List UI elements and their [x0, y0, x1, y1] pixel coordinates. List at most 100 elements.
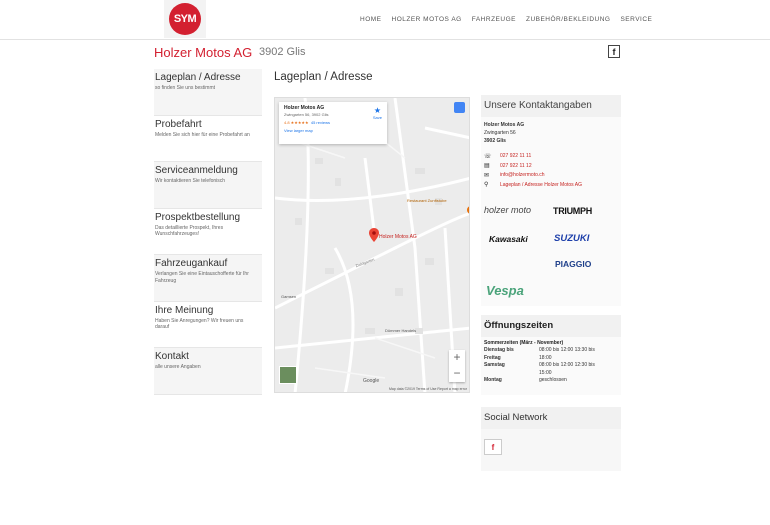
map-attribution[interactable]: Map data ©2019 Terms of Use Report a map… — [389, 387, 467, 391]
hours-time: 15:00 — [539, 369, 552, 376]
hours-day: Samstag — [484, 362, 505, 368]
rating-stars: 4.8 ★★★★★ — [284, 120, 309, 125]
map-place-label: Gamsen — [281, 294, 297, 299]
hours-row: Freitag 18:00 — [481, 355, 621, 363]
brand-holzer-moto[interactable]: holzer moto — [484, 205, 531, 215]
nav-service[interactable]: SERVICE — [620, 16, 652, 23]
facebook-icon[interactable]: f — [608, 45, 620, 58]
company-city: 3902 Glis — [259, 46, 306, 58]
contact-location-row: ⚲ Lageplan / Adresse Holzer Motos AG — [481, 180, 621, 190]
sidebar-item-kontakt[interactable]: Kontakt alle unsere Angaben — [154, 348, 262, 395]
contact-location-link[interactable]: Lageplan / Adresse Holzer Motos AG — [500, 182, 582, 188]
streetview-person-icon[interactable] — [454, 102, 465, 113]
opening-hours-panel: Öffnungszeiten Sommerzeiten (März - Nove… — [481, 315, 621, 395]
contact-heading: Unsere Kontaktangaben — [481, 95, 621, 117]
sidebar-item-probefahrt[interactable]: Probefahrt Melden Sie sich hier für eine… — [154, 115, 262, 162]
sidebar-item-title: Lageplan / Adresse — [155, 72, 241, 83]
sidebar-item-title: Kontakt — [155, 351, 189, 362]
map-card-address: Zwingarten 56, 3902 Glis — [284, 112, 329, 117]
brand-row: Holzer Motos AG 3902 Glis f — [154, 45, 620, 61]
map-poi-label: Restaurant Zunftstube — [407, 198, 447, 203]
fax-icon: ▤ — [484, 163, 490, 169]
sidebar-item-desc: Verlangen Sie eine Eintauschofferte für … — [155, 271, 249, 284]
reviews-link[interactable]: 45 reviews — [311, 120, 330, 125]
contact-company: Holzer Motos AG — [484, 122, 525, 128]
map-pin-label: Holzer Motos AG — [379, 234, 417, 240]
star-icon: ★ — [373, 106, 382, 115]
social-heading: Social Network — [481, 407, 621, 429]
hours-row: Samstag 08:00 bis 12:00 12:30 bis — [481, 362, 621, 370]
larger-map-link[interactable]: View larger map — [284, 128, 382, 133]
sidebar-item-title: Probefahrt — [155, 118, 202, 130]
hours-time: 08:00 bis 12:00 12:30 bis — [539, 362, 595, 368]
nav-home[interactable]: HOME — [360, 16, 382, 23]
save-button[interactable]: ★ Save — [372, 106, 382, 121]
brand-suzuki[interactable]: SUZUKI — [554, 233, 589, 244]
facebook-button[interactable]: f — [484, 439, 502, 455]
hours-day: Freitag — [484, 354, 501, 361]
sidebar-item-desc: Melden Sie sich hier für eine Probefahrt… — [155, 131, 250, 138]
nav-fahrzeuge[interactable]: FAHRZEUGE — [472, 16, 516, 23]
contact-email-row: ✉ info@holzermoto.ch — [481, 170, 621, 180]
zoom-out-button[interactable]: − — [449, 366, 465, 382]
zoom-in-button[interactable]: + — [449, 350, 465, 366]
contact-phone[interactable]: 027 922 11 11 — [500, 153, 531, 159]
top-navbar: SYM HOME HOLZER MOTOS AG FAHRZEUGE ZUBEH… — [0, 0, 770, 40]
hours-day: Montag — [484, 377, 502, 383]
contact-fax: 027 922 11 12 — [500, 162, 532, 169]
sidebar-item-prospektbestellung[interactable]: Prospektbestellung Das detaillierte Pros… — [154, 208, 262, 255]
brand-piaggio[interactable]: PIAGGIO — [555, 259, 591, 269]
company-name: Holzer Motos AG — [154, 45, 253, 60]
satellite-toggle[interactable] — [279, 366, 297, 384]
save-label: Save — [372, 115, 382, 120]
hours-season: Sommerzeiten (März - November) — [484, 340, 564, 346]
sidebar-item-meinung[interactable]: Ihre Meinung Haben Sie Anregungen? Wir f… — [154, 301, 262, 348]
facebook-icon: f — [491, 442, 495, 452]
map-pin-icon[interactable] — [369, 228, 379, 242]
hours-day: Dienstag bis — [484, 347, 514, 353]
map-card-name: Holzer Motos AG — [284, 105, 325, 111]
location-icon: ⚲ — [484, 182, 489, 188]
contact-city: 3902 Glis — [484, 137, 506, 144]
nav-zubehoer[interactable]: ZUBEHÖR/BEKLEIDUNG — [526, 16, 611, 23]
contact-panel: Unsere Kontaktangaben Holzer Motos AG Zw… — [481, 95, 621, 306]
zoom-control: + − — [449, 350, 465, 382]
sidebar-item-lageplan[interactable]: Lageplan / Adresse so finden Sie uns bes… — [154, 69, 262, 116]
page-title: Lageplan / Adresse — [274, 71, 373, 83]
contact-fax-row: ▤ 027 922 11 12 — [481, 161, 621, 171]
sidebar-item-title: Serviceanmeldung — [155, 165, 238, 176]
sidebar-item-desc: so finden Sie uns bestimmt — [155, 85, 216, 91]
map-place-label: Dümmer Handels — [385, 328, 417, 333]
sidebar-item-title: Fahrzeugankauf — [155, 258, 228, 269]
hours-time: 18:00 — [539, 354, 552, 361]
contact-phone-row: ☏ 027 922 11 11 — [481, 151, 621, 161]
contact-address: Holzer Motos AG Zwingarten 56 3902 Glis — [481, 117, 621, 145]
brand-kawasaki[interactable]: Kawasaki — [489, 234, 528, 244]
google-map[interactable]: Holzer Motos AG Zwingarten 56, 3902 Glis… — [274, 97, 470, 393]
sidebar-item-title: Prospektbestellung — [155, 211, 241, 223]
sidebar: Lageplan / Adresse so finden Sie uns bes… — [154, 69, 262, 395]
brand-vespa[interactable]: Vespa — [486, 283, 524, 298]
sidebar-item-fahrzeugankauf[interactable]: Fahrzeugankauf Verlangen Sie eine Eintau… — [154, 255, 262, 302]
hours-time: 08:00 bis 12:00 13:30 bis — [539, 347, 595, 353]
sidebar-item-title: Ihre Meinung — [155, 304, 214, 316]
main-nav: HOME HOLZER MOTOS AG FAHRZEUGE ZUBEHÖR/B… — [360, 16, 652, 23]
logo[interactable]: SYM — [164, 0, 206, 38]
hours-row: 15:00 — [481, 370, 621, 378]
phone-icon: ☏ — [484, 153, 492, 160]
contact-street: Zwingarten 56 — [484, 129, 516, 136]
map-card-rating: 4.8 ★★★★★ 45 reviews — [284, 120, 382, 125]
sidebar-item-desc: Wir kontaktieren Sie telefonisch — [155, 178, 226, 184]
social-panel: Social Network f — [481, 407, 621, 471]
sidebar-item-desc: Das detaillierte Prospekt, Ihres Wunschf… — [155, 224, 224, 238]
nav-holzer-motos[interactable]: HOLZER MOTOS AG — [392, 16, 462, 23]
mail-icon: ✉ — [484, 172, 490, 179]
sidebar-item-desc: alle unsere Angaben — [155, 364, 201, 370]
hours-heading: Öffnungszeiten — [481, 315, 621, 337]
hours-row: Dienstag bis 08:00 bis 12:00 13:30 bis — [481, 347, 621, 355]
contact-email[interactable]: info@holzermoto.ch — [500, 172, 545, 178]
sidebar-item-serviceanmeldung[interactable]: Serviceanmeldung Wir kontaktieren Sie te… — [154, 162, 262, 209]
hours-day — [484, 370, 539, 378]
brand-triumph[interactable]: TRIUMPH — [553, 206, 592, 216]
google-logo: Google — [363, 378, 380, 384]
